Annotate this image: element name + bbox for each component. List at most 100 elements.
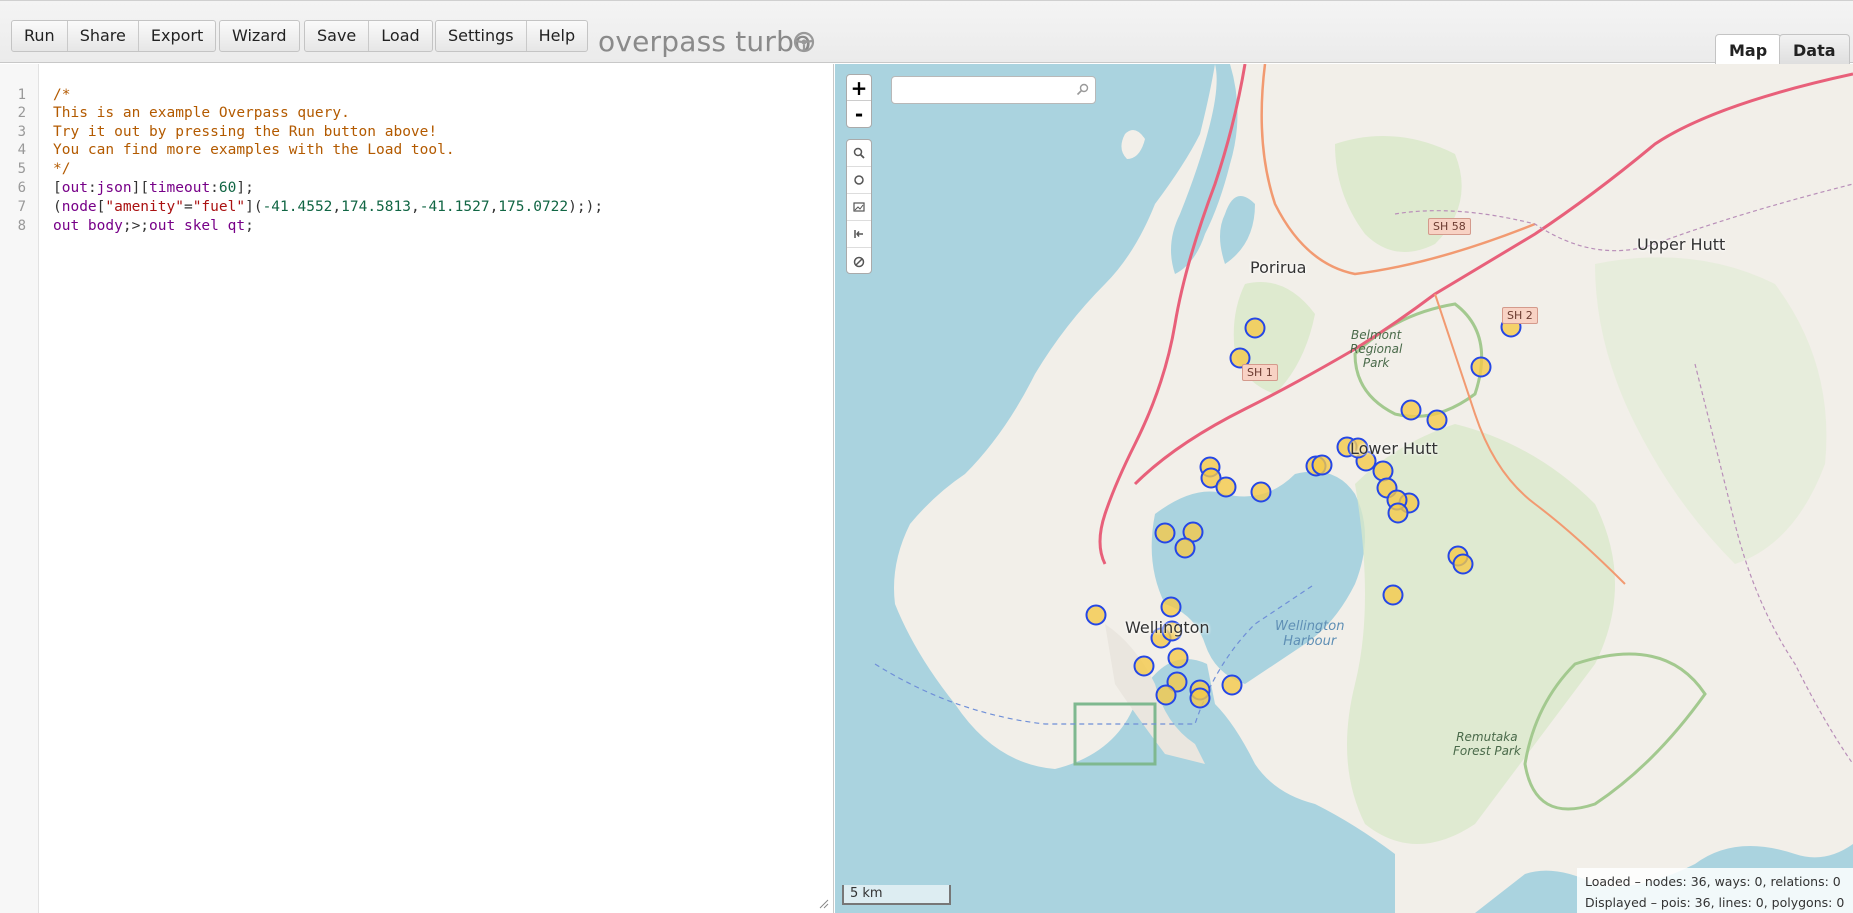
code-token: You can find more examples with the Load… <box>53 142 455 158</box>
save-load-group: Save Load <box>304 20 433 52</box>
fuel-poi-marker[interactable] <box>1250 481 1272 503</box>
fuel-poi-marker[interactable] <box>1382 584 1404 606</box>
code-token: ); <box>585 199 604 215</box>
query-editor[interactable]: 1 2 3 4 5 6 7 8 /* This is an example Ove… <box>0 64 834 913</box>
map-label-wellington-harbour: Wellington Harbour <box>1275 619 1345 649</box>
line-number: 3 <box>17 124 26 140</box>
loaded-stats: Loaded – nodes: 36, ways: 0, relations: … <box>1585 874 1841 889</box>
code-token: -41.1527 <box>419 199 490 215</box>
app-logo-text: overpass turbo <box>598 25 812 58</box>
tab-map[interactable]: Map <box>1715 34 1782 65</box>
fuel-poi-marker[interactable] <box>1085 604 1107 626</box>
share-button[interactable]: Share <box>68 21 139 51</box>
fuel-poi-marker[interactable] <box>1387 502 1409 524</box>
help-button[interactable]: Help <box>527 21 587 51</box>
load-button[interactable]: Load <box>369 21 431 51</box>
code-token: timeout <box>149 180 211 196</box>
search-icon[interactable] <box>1076 83 1089 96</box>
tab-data[interactable]: Data <box>1779 34 1850 65</box>
fuel-poi-marker[interactable] <box>1470 356 1492 378</box>
map-view[interactable]: Porirua Upper Hutt Lower Hutt Wellington… <box>835 64 1853 913</box>
fuel-poi-marker[interactable] <box>1452 553 1474 575</box>
code-token: ][ <box>131 180 150 196</box>
fullscreen-icon[interactable] <box>847 221 871 248</box>
code-token: = <box>183 199 193 215</box>
fuel-poi-marker[interactable] <box>1311 454 1333 476</box>
code-token: node <box>61 199 97 215</box>
code-token: ]( <box>245 199 263 215</box>
toggle-data-icon[interactable] <box>847 194 871 221</box>
clear-icon[interactable] <box>847 248 871 275</box>
settings-button[interactable]: Settings <box>436 21 527 51</box>
fuel-poi-marker[interactable] <box>1221 674 1243 696</box>
export-button[interactable]: Export <box>139 21 215 51</box>
road-shield-sh58: SH 58 <box>1428 218 1471 235</box>
top-toolbar: Run Share Export Wizard Save Load Settin… <box>0 0 1853 65</box>
code-token: "amenity" <box>105 199 184 215</box>
code-line[interactable]: This is an example Overpass query. <box>53 105 350 121</box>
code-token: Try it out by pressing the Run button ab… <box>53 124 438 140</box>
code-token: , <box>489 199 499 215</box>
line-number: 6 <box>17 180 26 196</box>
run-share-export-group: Run Share Export <box>11 20 217 52</box>
code-line[interactable]: You can find more examples with the Load… <box>53 142 455 158</box>
code-token: 60 <box>218 180 237 196</box>
code-line[interactable]: Try it out by pressing the Run button ab… <box>53 124 437 140</box>
map-label-porirua: Porirua <box>1250 258 1307 277</box>
fuel-poi-marker[interactable] <box>1154 522 1176 544</box>
fuel-poi-marker[interactable] <box>1160 596 1182 618</box>
zoom-to-data-icon[interactable] <box>847 140 871 167</box>
save-button[interactable]: Save <box>305 21 370 51</box>
zoom-in-button[interactable]: + <box>847 75 871 101</box>
code-token: [ <box>53 180 62 196</box>
resize-handle-icon[interactable] <box>819 899 829 909</box>
fuel-poi-marker[interactable] <box>1372 460 1394 482</box>
zoom-out-button[interactable]: - <box>847 101 871 127</box>
code-token: ( <box>53 199 62 215</box>
map-label-upper-hutt: Upper Hutt <box>1637 235 1726 254</box>
fuel-poi-marker[interactable] <box>1167 647 1189 669</box>
displayed-stats: Displayed – pois: 36, lines: 0, polygons… <box>1585 895 1845 910</box>
fuel-poi-marker[interactable] <box>1215 476 1237 498</box>
line-number: 7 <box>17 199 26 215</box>
fuel-poi-marker[interactable] <box>1189 687 1211 709</box>
fuel-poi-marker[interactable] <box>1244 317 1266 339</box>
wizard-group: Wizard <box>219 20 300 52</box>
map-label-lower-hutt: Lower Hutt <box>1350 439 1438 458</box>
code-token: ;>; <box>122 218 150 234</box>
code-token: , <box>410 199 420 215</box>
fuel-poi-marker[interactable] <box>1400 399 1422 421</box>
road-shield-sh2: SH 2 <box>1502 307 1538 324</box>
code-token: out body <box>53 218 123 234</box>
code-token: 175.0722 <box>498 199 569 215</box>
code-token: out skel qt <box>149 218 246 234</box>
zoom-control: + - <box>846 74 872 128</box>
run-button[interactable]: Run <box>12 21 68 51</box>
wizard-button[interactable]: Wizard <box>220 21 299 51</box>
code-token: */ <box>53 161 71 177</box>
code-line[interactable]: /* <box>53 87 70 103</box>
fuel-poi-marker[interactable] <box>1155 684 1177 706</box>
map-search-input[interactable] <box>891 76 1096 104</box>
line-number: 5 <box>17 161 26 177</box>
code-token: ; <box>245 218 254 234</box>
code-token: : <box>210 180 219 196</box>
map-tools-control <box>846 139 872 274</box>
code-line[interactable]: */ <box>53 161 70 177</box>
line-number: 2 <box>17 105 26 121</box>
code-token: ]; <box>236 180 254 196</box>
code-token: This is an example Overpass query. <box>53 105 350 121</box>
line-number: 4 <box>17 142 26 158</box>
map-label-wellington: Wellington <box>1125 618 1210 637</box>
steering-wheel-icon <box>793 31 815 53</box>
code-token: -41.4552 <box>262 199 333 215</box>
code-line[interactable]: [out:json][timeout:60]; <box>53 180 254 196</box>
map-stats-panel: Loaded – nodes: 36, ways: 0, relations: … <box>1577 868 1853 913</box>
fuel-poi-marker[interactable] <box>1426 409 1448 431</box>
code-line[interactable]: out body;>;out skel qt; <box>53 218 254 234</box>
fuel-poi-marker[interactable] <box>1174 537 1196 559</box>
locate-icon[interactable] <box>847 167 871 194</box>
fuel-poi-marker[interactable] <box>1133 655 1155 677</box>
code-line[interactable]: (node["amenity"="fuel"](-41.4552,174.581… <box>53 199 603 215</box>
code-token: , <box>332 199 342 215</box>
